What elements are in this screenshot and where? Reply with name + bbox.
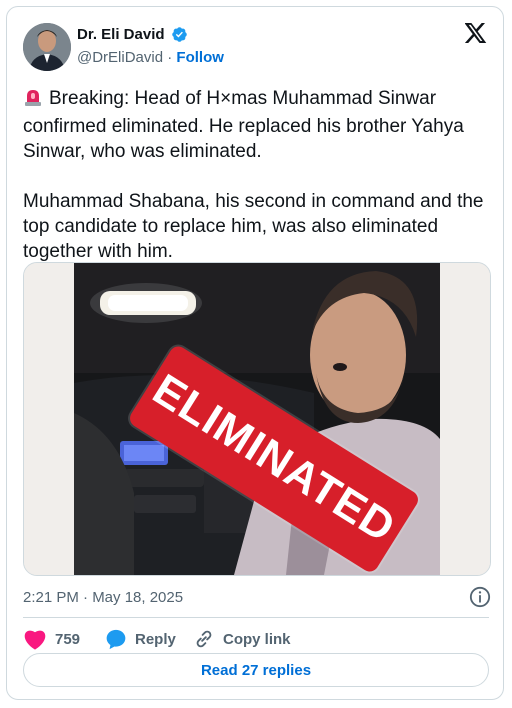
read-replies-label: Read 27 replies <box>200 661 312 679</box>
avatar[interactable] <box>23 23 71 71</box>
x-logo-icon[interactable] <box>465 23 487 43</box>
tweet-text: Breaking: Head of H×mas Muhammad Sinwar … <box>23 86 489 264</box>
like-count: 759 <box>55 630 81 648</box>
verified-badge-icon <box>172 27 187 42</box>
separator-dot: · <box>167 49 173 66</box>
like-button[interactable]: 759 <box>23 625 80 653</box>
police-light-siren-icon <box>23 87 43 114</box>
reply-button[interactable]: Reply <box>105 625 176 653</box>
read-replies-button[interactable]: Read 27 replies <box>23 653 489 687</box>
follow-button[interactable]: Follow <box>176 49 224 66</box>
tweet-card: Dr. Eli David @DrEliDavid · Follow Break… <box>6 6 504 700</box>
info-icon[interactable] <box>469 586 491 608</box>
copy-link-label: Copy link <box>223 630 291 648</box>
tweet-paragraph-1: Breaking: Head of H×mas Muhammad Sinwar … <box>23 87 464 162</box>
reply-label: Reply <box>135 630 176 648</box>
reply-bubble-icon <box>106 629 126 650</box>
tweet-paragraph-2: Muhammad Shabana, his second in command … <box>23 191 484 262</box>
heart-icon <box>24 630 46 650</box>
link-icon <box>196 630 212 648</box>
tweet-image[interactable]: ELIMINATED <box>23 262 491 576</box>
copy-link-button[interactable]: Copy link <box>193 625 291 653</box>
author-name[interactable]: Dr. Eli David <box>77 26 165 43</box>
divider <box>23 617 489 618</box>
author-handle-row: @DrEliDavid · Follow <box>77 49 224 66</box>
tweet-timestamp[interactable]: 2:21 PM · May 18, 2025 <box>23 589 183 606</box>
author-handle[interactable]: @DrEliDavid <box>77 49 163 66</box>
